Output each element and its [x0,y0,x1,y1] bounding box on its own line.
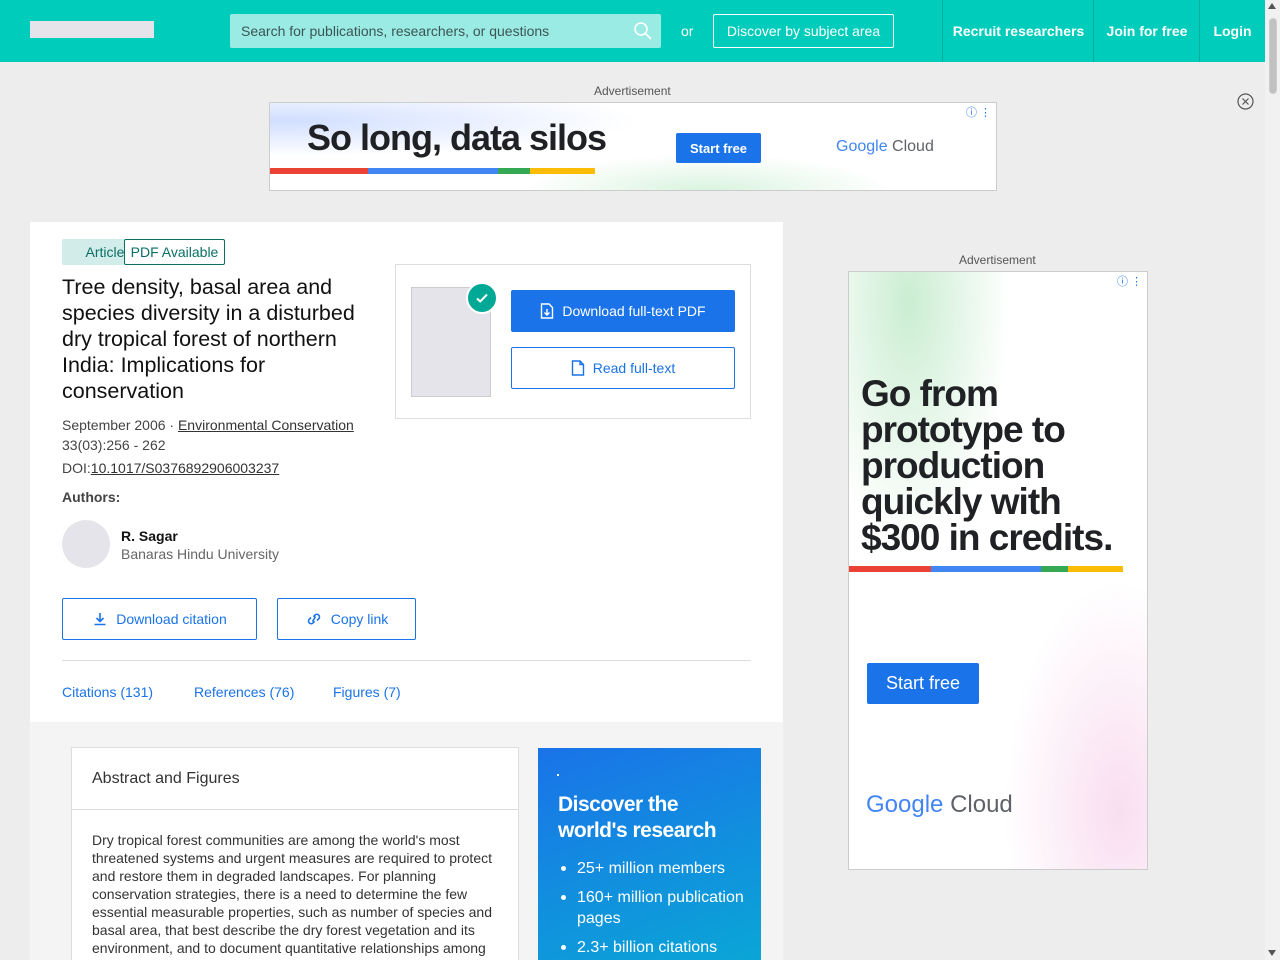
discover-by-subject-button[interactable]: Discover by subject area [713,14,894,48]
search-icon[interactable] [633,21,653,41]
download-icon [94,613,106,626]
fulltext-access-box: Download full-text PDF Read full-text [395,264,751,419]
promo-stat-item: 160+ million publication pages [558,887,748,929]
side-advertisement[interactable]: ⓘ ⋮ Go from prototype to production quic… [848,271,1148,870]
copy-link-button[interactable]: Copy link [277,598,416,640]
site-logo[interactable] [30,21,154,38]
abstract-divider [72,809,518,810]
checkmark-icon [466,282,498,314]
advertisement-label: Advertisement [959,253,1036,267]
publication-card: Article PDF Available Tree density, basa… [30,222,783,722]
google-wordmark: Google [866,791,944,818]
publication-doi: DOI:10.1017/S0376892906003237 [62,460,279,476]
top-navigation-bar: or Discover by subject area Recruit rese… [0,0,1265,62]
tab-figures[interactable]: Figures (7) [333,684,401,700]
publication-date-journal: September 2006 · Environmental Conservat… [62,417,354,433]
read-fulltext-button[interactable]: Read full-text [511,347,735,389]
vertical-scrollbar[interactable] [1265,0,1280,960]
link-icon [307,613,320,625]
search-box[interactable] [230,14,661,48]
promo-title: Discover the world's research [558,793,717,842]
tab-citations[interactable]: Citations (131) [62,684,153,700]
recruit-researchers-link[interactable]: Recruit researchers [942,0,1094,62]
google-wordmark: Google [836,138,888,155]
close-ad-icon[interactable] [1237,93,1254,110]
banner-ad-headline: So long, data silos [307,117,607,158]
google-color-bar [270,168,595,174]
cloud-wordmark: Cloud [892,138,934,155]
doi-link[interactable]: 10.1017/S0376892906003237 [91,460,279,476]
pdf-available-badge: PDF Available [124,239,225,265]
publication-title: Tree density, basal area and species div… [62,275,355,403]
pdf-download-icon [541,303,554,319]
author-name[interactable]: R. Sagar [121,528,178,544]
login-link[interactable]: Login [1199,0,1265,62]
search-input[interactable] [230,14,630,48]
discover-research-promo[interactable]: Discover the world's research 25+ millio… [538,748,761,960]
abstract-heading: Abstract and Figures [92,770,240,787]
scroll-up-icon[interactable] [1268,3,1276,9]
side-start-free-button[interactable]: Start free [867,663,979,704]
join-for-free-link[interactable]: Join for free [1093,0,1200,62]
or-label: or [681,23,694,39]
google-cloud-logo: Google Cloud [836,138,934,156]
copy-link-label: Copy link [330,611,389,627]
promo-stat-item: 2.3+ billion citations [558,937,748,958]
promo-stats-list: 25+ million members 160+ million publica… [558,858,748,960]
promo-stat-item: 25+ million members [558,858,748,879]
author-avatar[interactable] [62,520,110,568]
advertisement-label: Advertisement [594,84,671,98]
cloud-wordmark: Cloud [950,791,1013,818]
author-affiliation: Banaras Hindu University [121,546,279,562]
tab-references[interactable]: References (76) [194,684,294,700]
download-pdf-label: Download full-text PDF [562,303,706,319]
ad-info-icon[interactable]: ⓘ ⋮ [966,104,991,120]
doi-label: DOI: [62,460,91,476]
google-cloud-logo: Google Cloud [866,791,1013,819]
side-ad-headline: Go from prototype to production quickly … [861,373,1113,558]
promo-decoration [557,774,559,776]
google-color-bar [849,566,1123,572]
journal-link[interactable]: Environmental Conservation [178,417,354,433]
authors-label: Authors: [62,489,121,505]
download-fulltext-pdf-button[interactable]: Download full-text PDF [511,290,735,332]
abstract-panel: Abstract and Figures Dry tropical forest… [71,747,519,960]
banner-start-free-button[interactable]: Start free [676,133,761,163]
scrollbar-thumb[interactable] [1269,18,1277,94]
tabs-divider [62,660,751,661]
ad-info-icon[interactable]: ⓘ ⋮ [1117,273,1142,289]
download-citation-button[interactable]: Download citation [62,598,257,640]
document-icon [571,360,584,376]
publication-date: September 2006 · [62,417,178,433]
abstract-text: Dry tropical forest communities are amon… [92,832,492,956]
banner-advertisement[interactable]: So long, data silos Start free Google Cl… [269,102,997,191]
download-citation-label: Download citation [116,611,227,627]
scroll-down-icon[interactable] [1268,950,1276,956]
publication-volume: 33(03):256 - 262 [62,437,166,453]
read-fulltext-label: Read full-text [592,360,676,376]
